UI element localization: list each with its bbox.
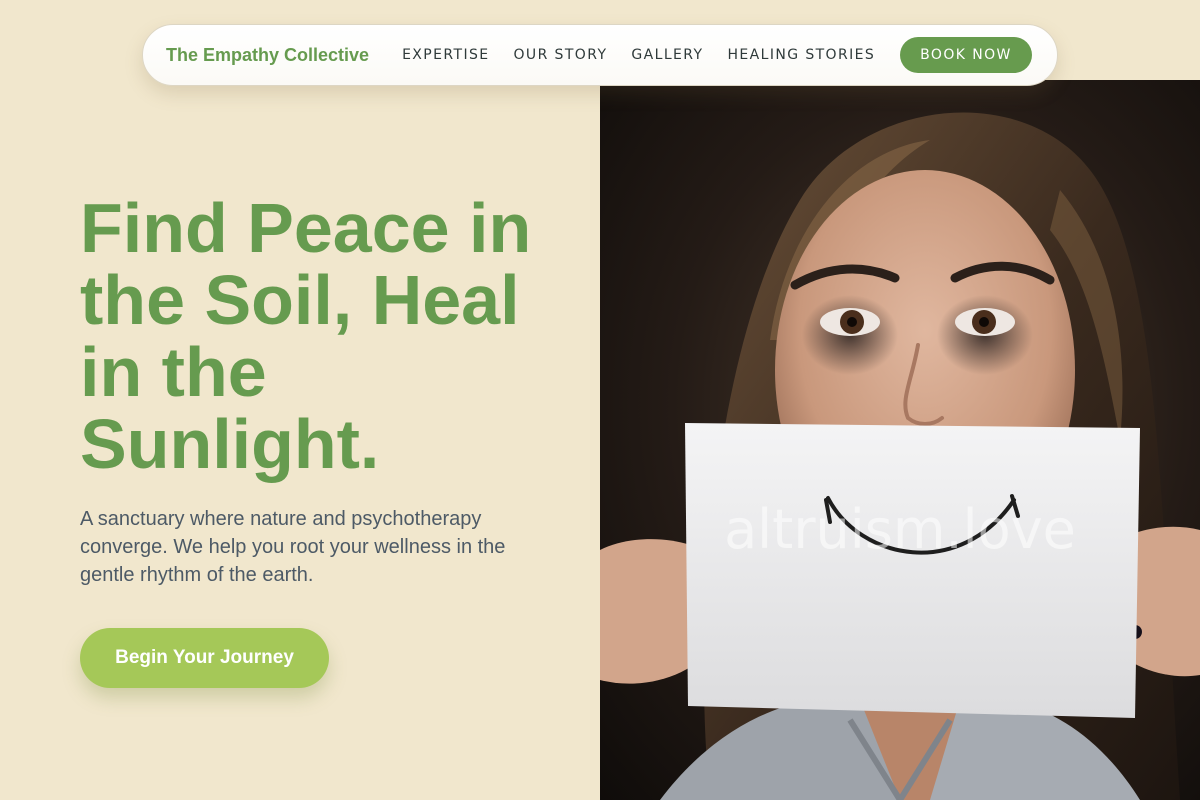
brand-logo-text[interactable]: The Empathy Collective — [166, 45, 369, 66]
top-navigation: The Empathy Collective EXPERTISE OUR STO… — [142, 24, 1058, 86]
hero-photo-illustration — [600, 112, 1200, 800]
nav-links: EXPERTISE OUR STORY GALLERY HEALING STOR… — [402, 47, 899, 63]
nav-link-expertise[interactable]: EXPERTISE — [402, 47, 489, 63]
nav-link-healing-stories[interactable]: HEALING STORIES — [727, 47, 875, 63]
begin-journey-button[interactable]: Begin Your Journey — [80, 628, 329, 688]
hero-subcopy: A sanctuary where nature and psychothera… — [80, 508, 506, 586]
nav-link-gallery[interactable]: GALLERY — [631, 47, 703, 63]
nav-link-our-story[interactable]: OUR STORY — [514, 47, 608, 63]
book-now-button[interactable]: BOOK NOW — [900, 37, 1032, 73]
hero-headline: Find Peace in the Soil, Heal in the Sunl… — [80, 189, 532, 483]
hero-image: altruism.love — [600, 80, 1200, 800]
